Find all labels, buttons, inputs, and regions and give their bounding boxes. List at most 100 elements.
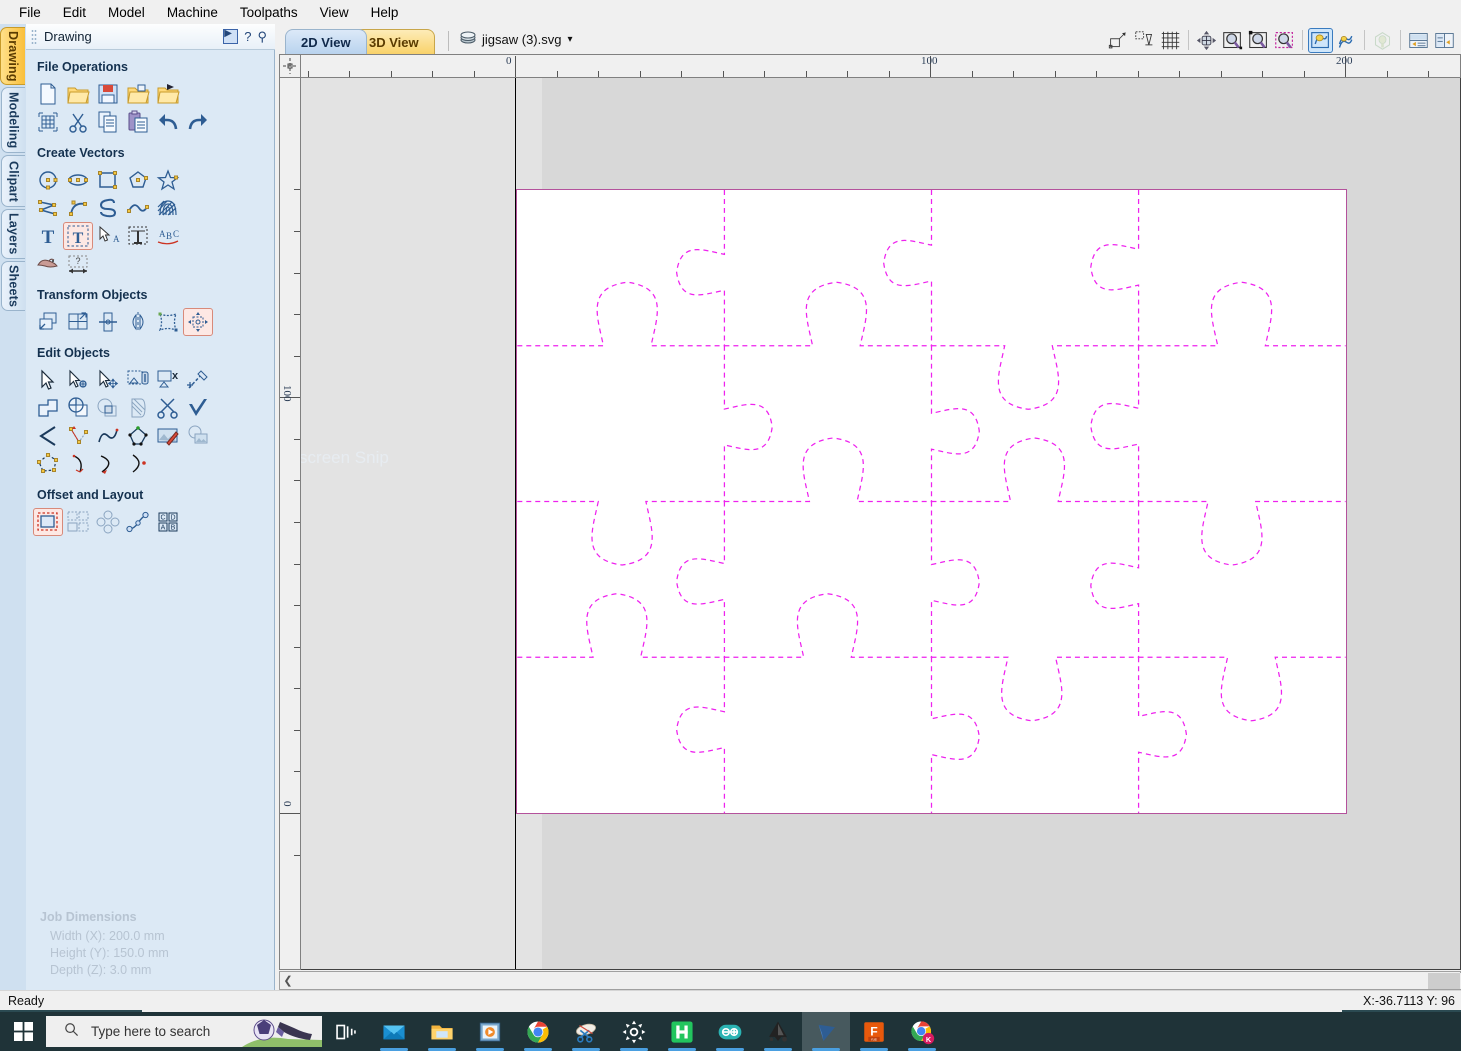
text-on-curve-icon[interactable] xyxy=(123,222,153,250)
weld-vectors-icon[interactable] xyxy=(33,394,63,422)
snipping-tool-icon[interactable] xyxy=(562,1012,610,1051)
draw-polyline-icon[interactable] xyxy=(33,194,63,222)
draw-curve-icon[interactable] xyxy=(93,194,123,222)
vertical-tab-drawing[interactable]: Drawing xyxy=(0,27,25,85)
horizontal-scrollbar[interactable]: ❮ xyxy=(279,971,1461,990)
scroll-track-right[interactable] xyxy=(1428,973,1460,989)
media-player-icon[interactable] xyxy=(466,1012,514,1051)
fade-bitmap-icon[interactable] xyxy=(183,422,213,450)
align-objects-icon[interactable] xyxy=(183,308,213,336)
reverse-direction-icon[interactable] xyxy=(93,450,123,478)
open-recent-icon[interactable] xyxy=(123,80,153,108)
draw-spiral-icon[interactable] xyxy=(123,194,153,222)
pan-view-icon[interactable] xyxy=(1194,28,1219,53)
zoom-to-drawing-icon[interactable] xyxy=(1308,27,1333,53)
ruler-origin-button[interactable] xyxy=(279,54,301,78)
auto-hide-icon[interactable] xyxy=(223,28,239,44)
draw-arc-icon[interactable] xyxy=(63,194,93,222)
smooth-curve-icon[interactable] xyxy=(93,422,123,450)
show-grid-icon[interactable] xyxy=(1158,28,1183,53)
vertical-ruler[interactable]: 0 100 xyxy=(279,78,301,970)
draw-rectangle-icon[interactable] xyxy=(93,166,123,194)
cut-icon[interactable] xyxy=(63,108,93,136)
menu-item-view[interactable]: View xyxy=(309,2,360,23)
google-chrome-icon[interactable] xyxy=(514,1012,562,1051)
block-copy-icon[interactable]: CDAB xyxy=(153,508,183,536)
draw-circle-icon[interactable] xyxy=(33,166,63,194)
measure-tool-icon[interactable] xyxy=(183,366,213,394)
panel-help-button[interactable]: ? xyxy=(244,29,251,44)
file-explorer-icon[interactable] xyxy=(418,1012,466,1051)
snap-to-geometry-icon[interactable] xyxy=(1106,28,1131,53)
tab-2d-view[interactable]: 2D View xyxy=(285,29,367,54)
snap-to-grid-icon[interactable] xyxy=(1132,28,1157,53)
redo-icon[interactable] xyxy=(183,108,213,136)
close-vector-icon[interactable] xyxy=(33,450,63,478)
windows-start-icon[interactable] xyxy=(0,1012,46,1051)
move-objects-icon[interactable] xyxy=(33,308,63,336)
check-vectors-icon[interactable] xyxy=(183,394,213,422)
vertical-tab-sheets[interactable]: Sheets xyxy=(1,261,25,311)
inkscape-icon[interactable] xyxy=(754,1012,802,1051)
task-view-icon[interactable] xyxy=(322,1012,370,1051)
array-copy-icon[interactable] xyxy=(93,508,123,536)
group-objects-icon[interactable] xyxy=(123,366,153,394)
draw-polygon-icon[interactable] xyxy=(123,166,153,194)
zoom-in-icon[interactable] xyxy=(1220,28,1245,53)
chevron-down-icon[interactable]: ▾ xyxy=(567,34,572,45)
menu-item-file[interactable]: File xyxy=(8,2,52,23)
search-input[interactable]: Type here to search xyxy=(46,1016,322,1047)
ungroup-objects-icon[interactable]: x xyxy=(153,366,183,394)
auto-text-layout-icon[interactable]: ABC xyxy=(153,222,183,250)
import-vectors-icon[interactable] xyxy=(153,80,183,108)
create-text-icon[interactable]: T xyxy=(33,222,63,250)
menu-item-help[interactable]: Help xyxy=(360,2,410,23)
open-file-icon[interactable] xyxy=(63,80,93,108)
vertical-tab-modeling[interactable]: Modeling xyxy=(1,87,25,153)
menu-item-model[interactable]: Model xyxy=(97,2,156,23)
trim-vectors-icon[interactable] xyxy=(123,394,153,422)
vertical-tab-clipart[interactable]: Clipart xyxy=(1,155,25,207)
mirror-objects-icon[interactable] xyxy=(123,308,153,336)
polygon-nodes-icon[interactable] xyxy=(123,422,153,450)
panel-drag-grip[interactable] xyxy=(31,28,37,45)
jigsaw-vector-artwork[interactable] xyxy=(517,190,1346,813)
vertical-tab-layers[interactable]: Layers xyxy=(1,209,25,259)
document-selector[interactable]: jigsaw (3).svg ▾ xyxy=(448,31,573,51)
green-app-icon[interactable] xyxy=(658,1012,706,1051)
nest-parts-icon[interactable] xyxy=(63,508,93,536)
split-horizontal-icon[interactable] xyxy=(1406,28,1431,53)
node-edit-icon[interactable] xyxy=(63,366,93,394)
rotate-objects-icon[interactable] xyxy=(93,308,123,336)
draw-star-icon[interactable] xyxy=(153,166,183,194)
move-tool-icon[interactable] xyxy=(93,366,123,394)
zoom-to-job-icon[interactable] xyxy=(1334,28,1359,53)
edit-bitmap-icon[interactable] xyxy=(153,422,183,450)
scissors-icon[interactable] xyxy=(153,394,183,422)
intersect-vectors-icon[interactable] xyxy=(93,394,123,422)
dimension-tool-icon[interactable]: ? xyxy=(63,250,93,278)
material-sheet[interactable] xyxy=(516,189,1347,814)
paste-icon[interactable] xyxy=(123,108,153,136)
panel-pin-button[interactable]: ⚲ xyxy=(257,29,267,45)
fit-curves-icon[interactable] xyxy=(63,422,93,450)
scroll-left-arrow[interactable]: ❮ xyxy=(280,974,296,987)
undo-icon[interactable] xyxy=(153,108,183,136)
drawing-canvas[interactable]: Full-screen Snip xyxy=(301,78,1461,970)
menu-item-edit[interactable]: Edit xyxy=(52,2,97,23)
distort-objects-icon[interactable] xyxy=(153,308,183,336)
draw-ellipse-icon[interactable] xyxy=(63,166,93,194)
menu-item-machine[interactable]: Machine xyxy=(156,2,229,23)
new-file-icon[interactable] xyxy=(33,80,63,108)
zoom-out-icon[interactable] xyxy=(1246,28,1271,53)
job-setup-icon[interactable] xyxy=(33,108,63,136)
copy-icon[interactable] xyxy=(93,108,123,136)
chrome-profile-k-icon[interactable]: K xyxy=(898,1012,946,1051)
start-point-icon[interactable] xyxy=(123,450,153,478)
scale-objects-icon[interactable] xyxy=(63,308,93,336)
join-vectors-icon[interactable] xyxy=(33,422,63,450)
zoom-selection-icon[interactable] xyxy=(1272,28,1297,53)
offset-vectors-icon[interactable] xyxy=(33,508,63,536)
trace-bitmap-icon[interactable] xyxy=(33,250,63,278)
arduino-ide-icon[interactable] xyxy=(706,1012,754,1051)
